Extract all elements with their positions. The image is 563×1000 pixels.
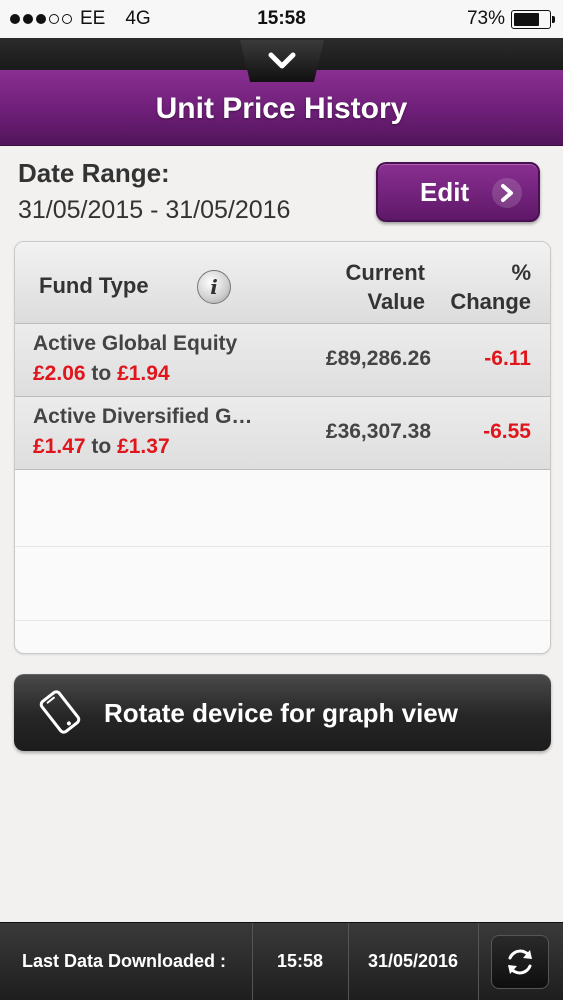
- edit-date-range-button[interactable]: Edit: [376, 162, 540, 222]
- battery-icon: [511, 9, 555, 29]
- table-header: Fund Type i Current Value % Change: [15, 242, 550, 324]
- table-row[interactable]: Active Global Equity £2.06 to £1.94 £89,…: [15, 324, 550, 397]
- current-value-header-line1: Current: [345, 260, 425, 285]
- price-to: £1.37: [117, 435, 170, 458]
- collapse-tab[interactable]: [240, 40, 324, 82]
- status-bar: EE 4G 15:58 73%: [0, 0, 563, 38]
- fund-name: Active Global Equity: [33, 332, 238, 355]
- date-range-value: 31/05/2015 - 31/05/2016: [18, 196, 291, 224]
- table-row[interactable]: Active Diversified G… £1.47 to £1.37 £36…: [15, 397, 550, 470]
- fund-price-range: £1.47 to £1.37: [33, 435, 170, 459]
- current-value-header-line2: Value: [367, 289, 425, 314]
- page-title: Unit Price History: [155, 91, 408, 125]
- chevron-down-icon: [268, 52, 296, 69]
- fund-price-range: £2.06 to £1.94: [33, 362, 170, 386]
- battery-percent: 73%: [466, 8, 505, 29]
- fund-current-value: £36,307.38: [325, 420, 431, 443]
- last-downloaded-date: 31/05/2016: [367, 951, 459, 971]
- fund-percent-change: -6.11: [484, 347, 531, 370]
- date-range-label: Date Range:: [18, 158, 170, 188]
- price-connector: to: [91, 435, 112, 458]
- price-from: £2.06: [33, 362, 86, 385]
- refresh-button[interactable]: [491, 935, 549, 989]
- change-header-line1: %: [511, 260, 531, 285]
- fund-percent-change: -6.55: [483, 420, 531, 443]
- fund-current-value: £89,286.26: [325, 347, 431, 370]
- last-downloaded-time: 15:58: [276, 951, 324, 971]
- rotate-device-banner[interactable]: Rotate device for graph view: [14, 674, 551, 751]
- phone-rotate-icon: [39, 690, 81, 734]
- fund-name: Active Diversified G…: [33, 405, 253, 428]
- last-downloaded-label: Last Data Downloaded :: [22, 951, 227, 971]
- refresh-icon: [508, 949, 532, 975]
- chevron-right-icon: [492, 178, 522, 208]
- table-divider: [15, 546, 550, 547]
- column-header-change: % Change: [435, 258, 531, 316]
- info-icon-glyph: i: [210, 275, 218, 299]
- price-to: £1.94: [117, 362, 170, 385]
- column-header-current-value: Current Value: [315, 258, 425, 316]
- info-icon[interactable]: i: [197, 270, 231, 304]
- table-divider: [15, 620, 550, 621]
- status-right: 73%: [466, 8, 555, 30]
- change-header-line2: Change: [450, 289, 531, 314]
- column-header-fund-type: Fund Type: [39, 273, 149, 298]
- price-connector: to: [91, 362, 112, 385]
- footer-divider: [478, 923, 479, 1000]
- footer-bar: Last Data Downloaded : 15:58 31/05/2016: [0, 922, 563, 1000]
- fund-table: Fund Type i Current Value % Change Activ…: [14, 241, 551, 654]
- rotate-banner-label: Rotate device for graph view: [104, 698, 458, 728]
- price-from: £1.47: [33, 435, 86, 458]
- edit-button-label: Edit: [420, 176, 470, 207]
